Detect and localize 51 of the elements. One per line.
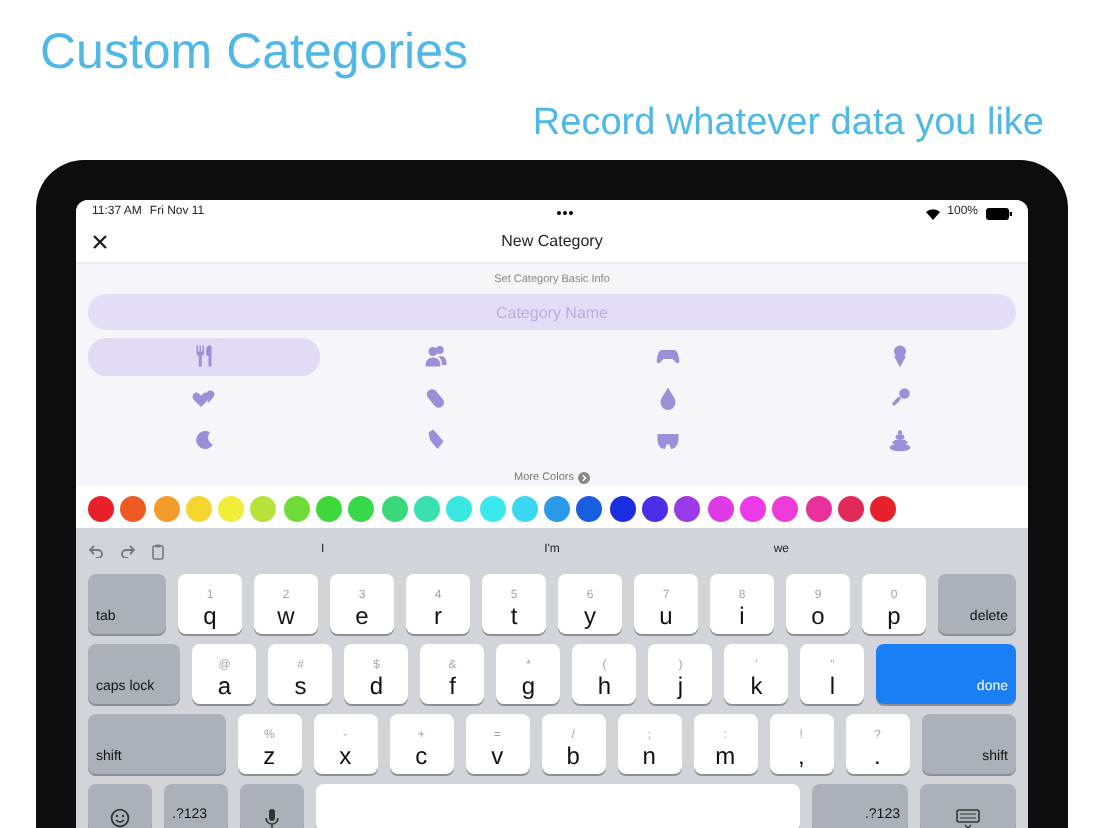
color-swatch[interactable]	[609, 496, 636, 522]
undo-icon[interactable]	[88, 544, 104, 558]
hearts-icon	[192, 386, 216, 411]
diaper-icon	[656, 428, 680, 453]
color-swatch[interactable]	[413, 496, 440, 522]
color-swatch[interactable]	[707, 496, 734, 522]
color-swatch[interactable]	[381, 496, 408, 522]
keyboard-key[interactable]	[88, 784, 152, 828]
color-swatch[interactable]	[576, 496, 603, 522]
color-swatch[interactable]	[642, 496, 669, 522]
color-swatch[interactable]	[218, 496, 245, 522]
keyboard-key[interactable]	[240, 784, 304, 828]
drop-icon	[656, 386, 680, 411]
color-swatch[interactable]	[837, 496, 864, 522]
color-swatch[interactable]	[120, 496, 147, 522]
microphone-icon	[262, 808, 282, 828]
headline: Custom Categories	[40, 28, 470, 78]
wifi-icon	[925, 207, 940, 219]
color-swatch[interactable]	[805, 496, 832, 522]
color-swatch[interactable]	[153, 496, 180, 522]
color-swatch[interactable]	[511, 496, 538, 522]
color-swatch[interactable]	[88, 496, 114, 522]
color-swatch[interactable]	[316, 496, 343, 522]
color-swatch[interactable]	[739, 496, 766, 522]
color-swatch[interactable]	[250, 496, 277, 522]
people-icon	[424, 344, 448, 369]
battery-icon	[986, 207, 1012, 219]
moon-icon	[192, 428, 216, 453]
color-swatch[interactable]	[870, 496, 897, 522]
keyboard-key[interactable]	[920, 784, 1016, 828]
color-swatch[interactable]	[479, 496, 506, 522]
emoji-icon	[110, 808, 130, 828]
color-swatch[interactable]	[348, 496, 375, 522]
ice-cream-icon	[888, 344, 912, 369]
color-swatch[interactable]	[772, 496, 799, 522]
gamepad-icon	[656, 344, 680, 369]
keyboard-icon	[956, 808, 980, 828]
color-swatch[interactable]	[283, 496, 310, 522]
color-swatch[interactable]	[446, 496, 473, 522]
icon-option[interactable]	[88, 337, 320, 376]
screen-title: New Category	[501, 230, 603, 255]
clipboard-icon[interactable]	[152, 543, 164, 559]
close-icon	[92, 234, 108, 251]
three-dots-icon	[555, 210, 574, 216]
fork-knife-icon	[192, 344, 216, 369]
color-swatch[interactable]	[674, 496, 701, 522]
rattle-icon	[888, 386, 912, 411]
color-swatch[interactable]	[185, 496, 212, 522]
redo-icon[interactable]	[120, 544, 136, 558]
color-swatch[interactable]	[544, 496, 571, 522]
subheadline: Record whatever data you like	[530, 104, 1044, 142]
